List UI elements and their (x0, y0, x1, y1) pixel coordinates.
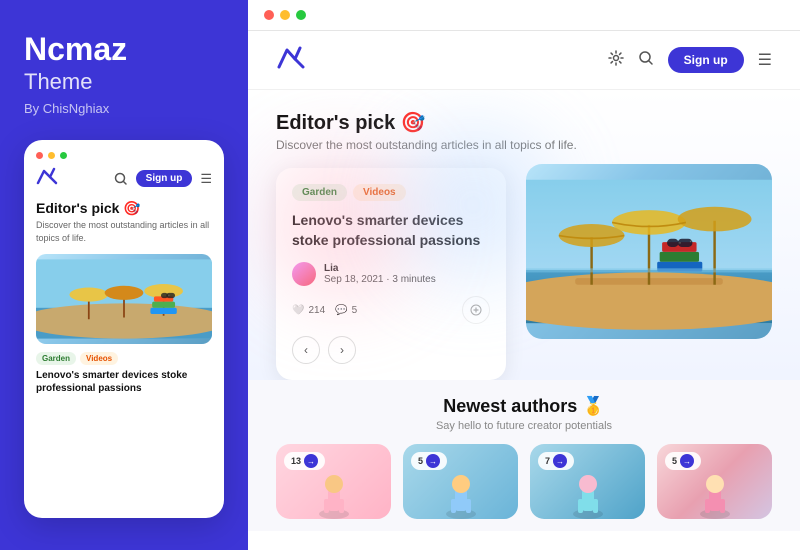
brand-subtitle: Theme (24, 69, 224, 95)
tag-videos[interactable]: Videos (353, 184, 406, 201)
phone-article-title: Lenovo's smarter devices stoke professio… (36, 369, 212, 395)
phone-dots (36, 152, 212, 159)
editors-title: Editor's pick 🎯 (276, 110, 772, 135)
browser-dot-red[interactable] (264, 10, 274, 20)
article-area: Garden Videos Lenovo's smarter devices s… (276, 168, 772, 380)
card-tags: Garden Videos (292, 184, 490, 201)
sidebar: Ncmaz Theme By ChisNghiax Sign up (0, 0, 248, 550)
dot-1 (36, 152, 43, 159)
website-content: Sign up ☰ Editor's pick 🎯 Discover the m… (248, 31, 800, 550)
phone-tag-garden: Garden (36, 352, 76, 365)
likes-count: 214 (308, 305, 325, 316)
save-button[interactable] (462, 296, 490, 324)
site-nav: Sign up ☰ (248, 31, 800, 90)
card-nav-arrows: ‹ › (292, 336, 490, 364)
article-card: Garden Videos Lenovo's smarter devices s… (276, 168, 506, 380)
phone-subtext: Discover the most outstanding articles i… (36, 219, 212, 244)
author-avatar (292, 262, 316, 286)
badge-arrow-4: → (680, 454, 694, 468)
phone-nav: Sign up ☰ (36, 167, 212, 190)
card-article-title: Lenovo's smarter devices stoke professio… (292, 211, 490, 250)
phone-editors-heading: Editor's pick 🎯 (36, 200, 212, 217)
author-card-3[interactable]: 7 → (530, 444, 645, 519)
author-cards: 13 → 5 → (276, 444, 772, 519)
author-name: Lia (324, 263, 436, 274)
search-icon[interactable] (638, 50, 654, 71)
settings-icon[interactable] (608, 50, 624, 71)
badge-arrow-3: → (553, 454, 567, 468)
card-author: Lia Sep 18, 2021 · 3 minutes (292, 262, 490, 286)
phone-article-image (36, 254, 212, 344)
hamburger-icon[interactable]: ☰ (200, 171, 212, 187)
search-icon[interactable] (114, 172, 128, 186)
likes-stat: 🤍 214 (292, 305, 325, 316)
sidebar-brand: Ncmaz Theme By ChisNghiax (24, 32, 224, 116)
phone-tag-videos: Videos (80, 352, 118, 365)
prev-arrow[interactable]: ‹ (292, 336, 320, 364)
card-stats: 🤍 214 💬 5 (292, 305, 357, 316)
dot-2 (48, 152, 55, 159)
badge-arrow-2: → (426, 454, 440, 468)
comments-stat: 💬 5 (335, 305, 357, 316)
phone-card-tags: Garden Videos (36, 352, 212, 365)
main-content: Sign up ☰ Editor's pick 🎯 Discover the m… (248, 0, 800, 550)
author-info: Lia Sep 18, 2021 · 3 minutes (324, 263, 436, 285)
card-actions: 🤍 214 💬 5 (292, 296, 490, 324)
phone-nav-right: Sign up ☰ (114, 170, 212, 187)
browser-dot-green[interactable] (296, 10, 306, 20)
author-card-1[interactable]: 13 → (276, 444, 391, 519)
phone-mockup: Sign up ☰ Editor's pick 🎯 Discover the m… (24, 140, 224, 518)
author-date: Sep 18, 2021 · 3 minutes (324, 274, 436, 285)
comments-count: 5 (352, 305, 358, 316)
editors-desc: Discover the most outstanding articles i… (276, 138, 772, 152)
next-arrow[interactable]: › (328, 336, 356, 364)
editors-section: Editor's pick 🎯 Discover the most outsta… (248, 90, 800, 380)
heart-icon: 🤍 (292, 305, 304, 316)
tag-garden[interactable]: Garden (292, 184, 347, 201)
dot-3 (60, 152, 67, 159)
signup-button[interactable]: Sign up (668, 47, 744, 73)
phone-signup-button[interactable]: Sign up (136, 170, 193, 187)
browser-dot-yellow[interactable] (280, 10, 290, 20)
article-main-image (526, 164, 772, 339)
author-card-4[interactable]: 5 → (657, 444, 772, 519)
brand-by: By ChisNghiax (24, 101, 224, 116)
brand-title: Ncmaz (24, 32, 224, 67)
site-nav-right: Sign up ☰ (608, 47, 772, 73)
newest-desc: Say hello to future creator potentials (276, 420, 772, 432)
phone-logo (36, 167, 58, 190)
menu-icon[interactable]: ☰ (758, 50, 772, 70)
newest-title: Newest authors 🥇 (276, 396, 772, 417)
site-logo (276, 45, 306, 75)
newest-section: Newest authors 🥇 Say hello to future cre… (248, 380, 800, 531)
comment-icon: 💬 (335, 305, 347, 316)
author-card-2[interactable]: 5 → (403, 444, 518, 519)
browser-chrome (248, 0, 800, 31)
